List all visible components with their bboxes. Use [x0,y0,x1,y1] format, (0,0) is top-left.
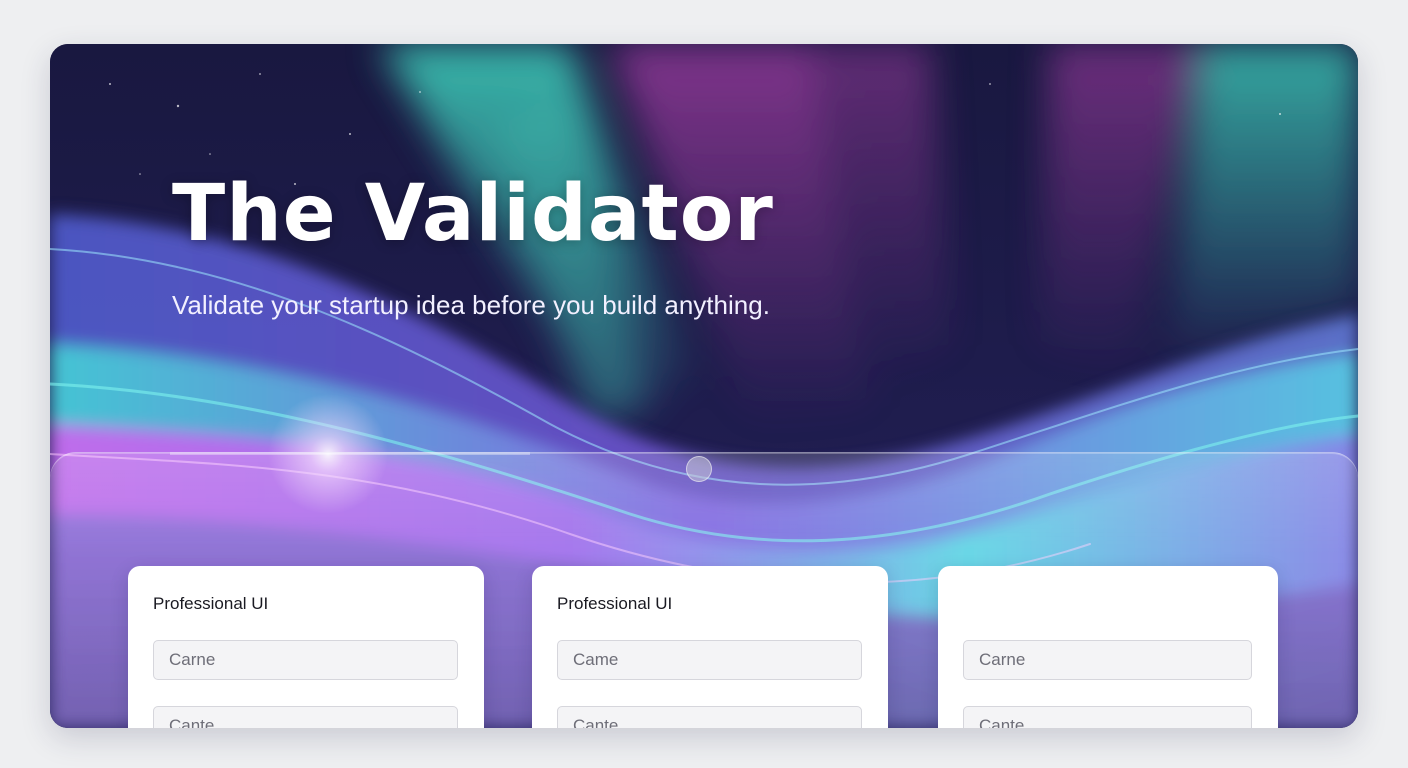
text-input[interactable] [153,640,458,680]
text-input[interactable] [963,706,1252,728]
page-title: The Validator [172,169,774,259]
card-title: Professional UI [153,594,269,613]
text-input[interactable] [557,706,862,728]
form-card: Professional UI [532,566,888,728]
form-card [938,566,1278,728]
card-title: Professional UI [557,594,673,613]
app-window: The Validator Validate your startup idea… [50,44,1358,728]
text-input[interactable] [557,640,862,680]
text-input[interactable] [153,706,458,728]
text-input[interactable] [963,640,1252,680]
panel-drag-handle[interactable] [686,456,712,482]
page-subtitle: Validate your startup idea before you bu… [172,290,770,320]
form-card: Professional UI [128,566,484,728]
